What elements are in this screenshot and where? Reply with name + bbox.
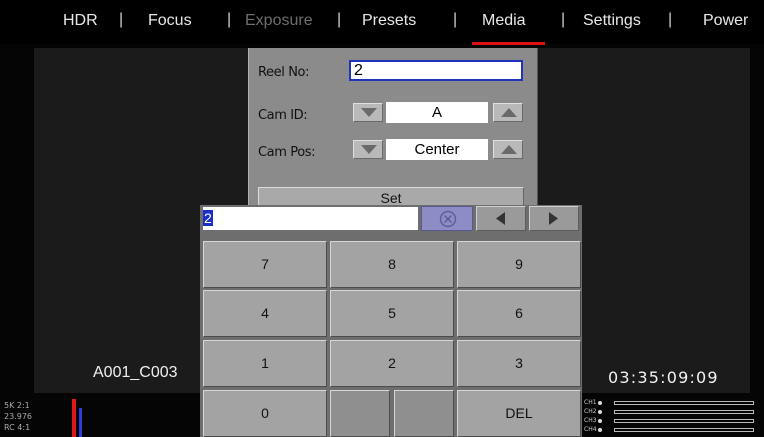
audio-channel-4: CH4 — [584, 426, 602, 433]
audio-meters: CH1 CH2 CH3 CH4 — [584, 396, 760, 437]
key-0[interactable]: 0 — [203, 390, 327, 437]
cursor-right-button[interactable] — [529, 206, 579, 231]
codec-readout: RC 4:1 — [4, 423, 31, 432]
triangle-down-icon — [361, 108, 377, 117]
clip-name: A001_C003 — [93, 364, 178, 381]
triangle-left-icon — [496, 212, 505, 225]
audio-channel-2: CH2 — [584, 408, 602, 415]
key-1[interactable]: 1 — [203, 340, 327, 387]
set-button[interactable]: Set — [258, 187, 524, 207]
menu-separator: | — [668, 11, 673, 28]
cam-pos-increment-button[interactable] — [493, 140, 523, 159]
cursor-left-button[interactable] — [476, 206, 526, 231]
histogram-blue-bar — [79, 408, 82, 437]
top-menu-bar: HDR | Focus | Exposure | Presets | Media… — [0, 0, 764, 45]
triangle-right-icon — [549, 212, 558, 225]
key-2[interactable]: 2 — [330, 340, 454, 387]
key-7[interactable]: 7 — [203, 241, 327, 288]
channel-dot-icon — [597, 400, 602, 405]
menu-media[interactable]: Media — [482, 12, 526, 30]
channel-dot-icon — [597, 418, 602, 423]
key-blank[interactable] — [394, 390, 454, 437]
key-blank[interactable] — [330, 390, 390, 437]
audio-level-bar — [614, 410, 754, 414]
channel-label: CH2 — [584, 408, 597, 415]
triangle-up-icon — [501, 108, 517, 117]
audio-level-bar — [614, 401, 754, 405]
triangle-down-icon — [361, 145, 377, 154]
audio-channel-1: CH1 — [584, 399, 602, 406]
audio-channel-3: CH3 — [584, 417, 602, 424]
audio-level-bar — [614, 419, 754, 423]
framerate-readout: 23.976 — [4, 412, 32, 421]
key-delete[interactable]: DEL — [457, 390, 581, 437]
cam-pos-label: Cam Pos: — [258, 145, 316, 160]
menu-focus[interactable]: Focus — [148, 12, 192, 30]
channel-label: CH1 — [584, 399, 597, 406]
channel-dot-icon — [597, 427, 602, 432]
recording-format-status: 5K 2:1 23.976 RC 4:1 — [0, 396, 90, 437]
menu-power[interactable]: Power — [703, 12, 748, 30]
keypad-entry-field[interactable]: 2 — [203, 207, 418, 230]
camera-ui-screen: HDR | Focus | Exposure | Presets | Media… — [0, 0, 764, 437]
channel-label: CH4 — [584, 426, 597, 433]
cam-id-label: Cam ID: — [258, 108, 308, 123]
cam-id-increment-button[interactable] — [493, 103, 523, 122]
reel-number-label: Reel No: — [258, 65, 310, 80]
cam-id-value: A — [386, 102, 488, 123]
menu-separator: | — [453, 11, 458, 28]
resolution-readout: 5K 2:1 — [4, 401, 30, 410]
menu-settings[interactable]: Settings — [583, 12, 641, 30]
key-6[interactable]: 6 — [457, 290, 581, 337]
audio-level-bar — [614, 428, 754, 432]
menu-separator: | — [337, 11, 342, 28]
keypad-entry-selection: 2 — [203, 210, 213, 226]
menu-separator: | — [561, 11, 566, 28]
channel-dot-icon — [597, 409, 602, 414]
timecode: 03:35:09:09 — [608, 368, 719, 387]
key-3[interactable]: 3 — [457, 340, 581, 387]
channel-label: CH3 — [584, 417, 597, 424]
menu-separator: | — [227, 11, 232, 28]
cam-id-decrement-button[interactable] — [353, 103, 383, 122]
histogram-red-bar — [72, 399, 76, 437]
clear-entry-button[interactable] — [421, 206, 473, 231]
menu-presets[interactable]: Presets — [362, 12, 416, 30]
key-9[interactable]: 9 — [457, 241, 581, 288]
key-4[interactable]: 4 — [203, 290, 327, 337]
circle-x-icon — [439, 210, 457, 228]
menu-hdr[interactable]: HDR — [63, 12, 98, 30]
menu-exposure[interactable]: Exposure — [245, 12, 313, 30]
key-5[interactable]: 5 — [330, 290, 454, 337]
menu-separator: | — [119, 11, 124, 28]
key-8[interactable]: 8 — [330, 241, 454, 288]
cam-pos-value: Center — [386, 139, 488, 160]
cam-pos-decrement-button[interactable] — [353, 140, 383, 159]
active-menu-underline — [472, 42, 545, 45]
reel-number-input[interactable]: 2 — [349, 60, 523, 81]
triangle-up-icon — [501, 145, 517, 154]
